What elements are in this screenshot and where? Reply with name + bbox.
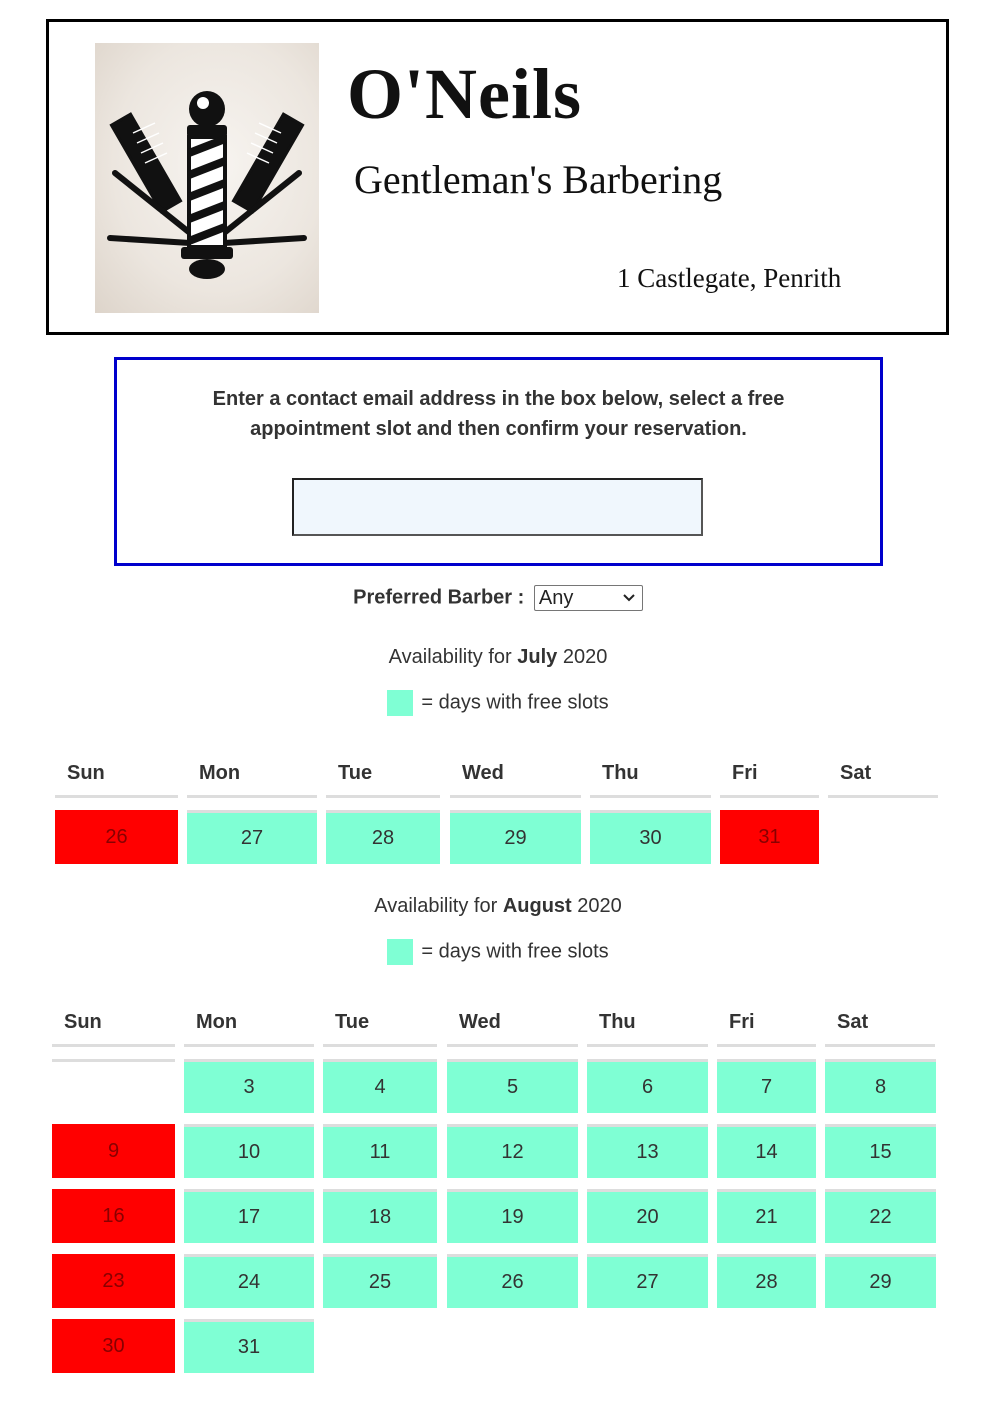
calendar-day-free[interactable]: 29 <box>825 1254 936 1308</box>
calendar-empty-cell <box>52 1059 175 1113</box>
calendar-day-free[interactable]: 7 <box>717 1059 816 1113</box>
weekday-header: Sun <box>52 1009 175 1047</box>
month-name: July <box>517 646 558 668</box>
calendar-day-free[interactable]: 17 <box>184 1189 314 1243</box>
weekday-header: Sun <box>55 760 178 798</box>
weekday-header: Thu <box>590 760 711 798</box>
legend-july: = days with free slots <box>0 690 996 716</box>
weekday-header: Sat <box>828 760 938 798</box>
calendar-day-free[interactable]: 18 <box>323 1189 437 1243</box>
weekday-header: Thu <box>587 1009 708 1047</box>
calendar-day-free[interactable]: 28 <box>717 1254 816 1308</box>
month-year: 2020 <box>562 646 608 668</box>
weekday-header: Tue <box>323 1009 437 1047</box>
calendar-day-free[interactable]: 24 <box>184 1254 314 1308</box>
calendar-day-free[interactable]: 22 <box>825 1189 936 1243</box>
email-input[interactable] <box>292 478 703 536</box>
barber-pole-logo <box>95 43 319 313</box>
calendar-day-closed: 31 <box>720 810 819 864</box>
free-slot-swatch <box>387 690 414 716</box>
calendar-day-free[interactable]: 4 <box>323 1059 437 1113</box>
calendar-day-free[interactable]: 30 <box>590 810 711 864</box>
calendar-day-free[interactable]: 27 <box>187 810 317 864</box>
calendar-day-closed: 16 <box>52 1189 175 1243</box>
calendar-day-free[interactable]: 10 <box>184 1124 314 1178</box>
chevron-down-icon <box>623 594 635 602</box>
calendar-day-free[interactable]: 31 <box>184 1319 314 1373</box>
barber-select-value: Any <box>538 587 574 609</box>
legend-text: = days with free slots <box>421 691 609 714</box>
legend-text: = days with free slots <box>421 940 609 963</box>
weekday-header: Tue <box>326 760 440 798</box>
calendar-day-free[interactable]: 15 <box>825 1124 936 1178</box>
instructions-text: Enter a contact email address in the box… <box>212 388 785 440</box>
weekday-header: Sat <box>825 1009 935 1047</box>
brand-name: O'Neils <box>347 54 582 134</box>
header-banner: O'Neils Gentleman's Barbering 1 Castlega… <box>46 19 949 335</box>
legend-august: = days with free slots <box>0 939 996 965</box>
calendar-day-free[interactable]: 25 <box>323 1254 437 1308</box>
calendar-day-free[interactable]: 11 <box>323 1124 437 1178</box>
barber-select[interactable]: Any <box>533 585 643 611</box>
month-prefix: Availability for <box>374 895 498 917</box>
month-title-august: Availability for August 2020 <box>0 895 996 918</box>
calendar-day-free[interactable]: 21 <box>717 1189 816 1243</box>
month-year: 2020 <box>577 895 622 917</box>
calendar-day-free[interactable]: 12 <box>447 1124 578 1178</box>
barber-label: Preferred Barber : <box>353 586 525 609</box>
calendar-day-free[interactable]: 20 <box>587 1189 708 1243</box>
calendar-day-free[interactable]: 19 <box>447 1189 578 1243</box>
weekday-header: Mon <box>187 760 317 798</box>
calendar-day-free[interactable]: 6 <box>587 1059 708 1113</box>
weekday-header: Mon <box>184 1009 314 1047</box>
weekday-header: Wed <box>450 760 581 798</box>
calendar-day-free[interactable]: 27 <box>587 1254 708 1308</box>
calendar-day-free[interactable]: 8 <box>825 1059 936 1113</box>
weekday-header: Wed <box>447 1009 578 1047</box>
barber-pole-icon <box>107 91 307 279</box>
calendar-day-free[interactable]: 26 <box>447 1254 578 1308</box>
calendar-day-closed: 30 <box>52 1319 175 1373</box>
shop-address: 1 Castlegate, Penrith <box>617 263 842 293</box>
weekday-header: Fri <box>720 760 819 798</box>
free-slot-swatch <box>387 939 414 965</box>
instructions-panel: Enter a contact email address in the box… <box>114 357 883 566</box>
barber-row: Preferred Barber : Any <box>0 585 996 611</box>
calendar-day-free[interactable]: 3 <box>184 1059 314 1113</box>
month-prefix: Availability for <box>388 646 512 668</box>
weekday-header: Fri <box>717 1009 816 1047</box>
calendar-day-free[interactable]: 29 <box>450 810 581 864</box>
calendar-day-free[interactable]: 28 <box>326 810 440 864</box>
calendar-day-closed: 26 <box>55 810 178 864</box>
calendar-day-free[interactable]: 14 <box>717 1124 816 1178</box>
calendar-day-closed: 9 <box>52 1124 175 1178</box>
brand-tagline: Gentleman's Barbering <box>354 157 723 202</box>
calendar-day-closed: 23 <box>52 1254 175 1308</box>
calendar-day-free[interactable]: 5 <box>447 1059 578 1113</box>
month-title-july: Availability for July 2020 <box>0 646 996 669</box>
calendar-day-free[interactable]: 13 <box>587 1124 708 1178</box>
month-name: August <box>502 895 572 917</box>
